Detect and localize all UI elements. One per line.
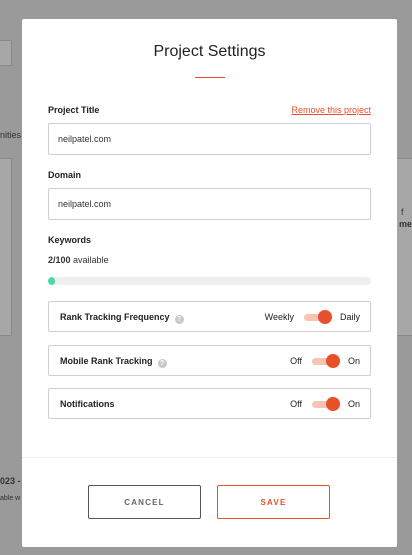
off-option-label[interactable]: Off bbox=[290, 356, 302, 366]
title-underline bbox=[195, 77, 225, 78]
rank-tracking-frequency-text: Rank Tracking Frequency bbox=[60, 312, 170, 322]
domain-label: Domain bbox=[48, 170, 82, 180]
rank-tracking-frequency-label: Rank Tracking Frequency? bbox=[60, 312, 184, 324]
background-text: f bbox=[401, 207, 404, 217]
background-input bbox=[0, 40, 12, 66]
modal-title: Project Settings bbox=[153, 43, 266, 60]
on-option-label[interactable]: On bbox=[348, 399, 360, 409]
cancel-button[interactable]: CANCEL bbox=[88, 485, 201, 519]
question-circle-icon[interactable]: ? bbox=[174, 315, 184, 324]
background-text: able w bbox=[0, 495, 21, 502]
background-text: nities bbox=[0, 130, 22, 140]
keywords-progress-fill bbox=[48, 277, 55, 285]
mobile-rank-tracking-label: Mobile Rank Tracking? bbox=[60, 356, 167, 368]
project-settings-modal: Project Settings Project Title Remove th… bbox=[22, 19, 397, 547]
toggle-knob bbox=[325, 354, 340, 368]
keywords-available: 2/100 available bbox=[48, 255, 109, 265]
daily-option-label[interactable]: Daily bbox=[340, 312, 360, 322]
notifications-toggle-group: Off On bbox=[290, 397, 360, 411]
project-title-label: Project Title bbox=[48, 105, 100, 115]
on-option-label[interactable]: On bbox=[348, 356, 360, 366]
off-option-label[interactable]: Off bbox=[290, 399, 302, 409]
rank-tracking-frequency-toggle[interactable] bbox=[302, 310, 332, 324]
question-circle-icon[interactable]: ? bbox=[157, 359, 167, 368]
weekly-option-label[interactable]: Weekly bbox=[265, 312, 294, 322]
background-text: me bbox=[399, 219, 412, 229]
notifications-row: Notifications Off On bbox=[48, 388, 371, 419]
background-card-left bbox=[0, 158, 12, 336]
mobile-rank-tracking-text: Mobile Rank Tracking bbox=[60, 356, 153, 366]
background-card-right bbox=[396, 158, 412, 336]
save-button[interactable]: SAVE bbox=[217, 485, 330, 519]
toggle-knob bbox=[317, 310, 332, 324]
mobile-rank-tracking-toggle-group: Off On bbox=[290, 354, 360, 368]
notifications-toggle[interactable] bbox=[310, 397, 340, 411]
rank-tracking-frequency-toggle-group: Weekly Daily bbox=[265, 310, 360, 324]
domain-input[interactable] bbox=[48, 188, 371, 220]
notifications-label: Notifications bbox=[60, 399, 115, 409]
mobile-rank-tracking-row: Mobile Rank Tracking? Off On bbox=[48, 345, 371, 376]
keywords-label: Keywords bbox=[48, 235, 92, 245]
keywords-available-text: available bbox=[73, 255, 109, 265]
remove-project-link[interactable]: Remove this project bbox=[291, 105, 371, 115]
project-title-input[interactable] bbox=[48, 123, 371, 155]
footer-divider bbox=[22, 457, 397, 458]
keywords-count: 2/100 bbox=[48, 255, 71, 265]
mobile-rank-tracking-toggle[interactable] bbox=[310, 354, 340, 368]
toggle-knob bbox=[325, 397, 340, 411]
rank-tracking-frequency-row: Rank Tracking Frequency? Weekly Daily bbox=[48, 301, 371, 332]
keywords-progress-bar bbox=[48, 277, 371, 285]
